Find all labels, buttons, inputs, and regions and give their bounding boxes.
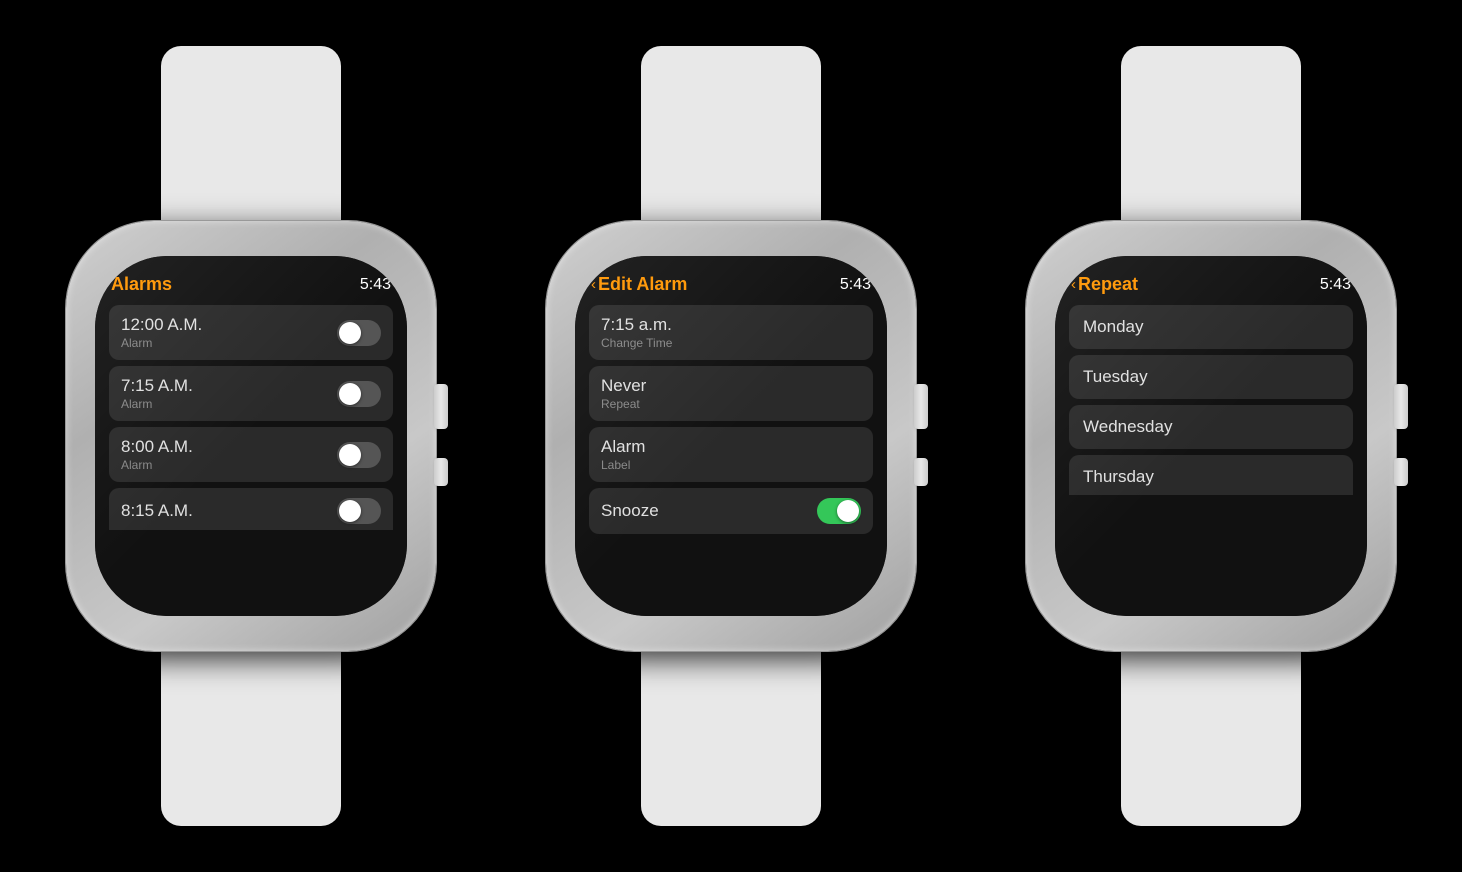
alarm-item-4-partial[interactable]: 8:15 A.M. [109,488,393,530]
alarm-label-3: Alarm [121,458,193,472]
back-chevron-2[interactable]: ‹ [591,276,596,293]
alarm-time-3: 8:00 A.M. [121,437,193,457]
alarm-time-4: 8:15 A.M. [121,501,193,521]
snooze-toggle[interactable] [817,498,861,524]
watch-button-3 [1394,458,1408,486]
screen-time-3: 5:43 [1320,276,1351,294]
watch-crown-3 [1394,384,1408,429]
toggle-1[interactable] [337,320,381,346]
back-chevron-3[interactable]: ‹ [1071,276,1076,293]
alarm-time-1: 12:00 A.M. [121,315,202,335]
edit-repeat-value: Never [601,376,646,396]
watch-edit-alarm: ‹ Edit Alarm 5:43 7:15 a.m. Change Time … [521,46,941,826]
screen-time-1: 5:43 [360,276,391,294]
day-item-thursday-partial[interactable]: Thursday [1069,455,1353,495]
alarm-label-2: Alarm [121,397,193,411]
edit-item-time[interactable]: 7:15 a.m. Change Time [589,305,873,360]
band-bottom-2 [641,646,821,826]
alarm-label-1: Alarm [121,336,202,350]
edit-alarm-label: Label [601,458,645,472]
screen-header-2: ‹ Edit Alarm 5:43 [589,274,873,295]
band-top-1 [161,46,341,226]
day-label-thursday: Thursday [1083,467,1154,486]
edit-item-label[interactable]: Alarm Label [589,427,873,482]
screen-header-1: Alarms 5:43 [109,274,393,295]
alarm-time-2: 7:15 A.M. [121,376,193,396]
screen-title-1: Alarms [111,274,172,295]
edit-alarm-value: Alarm [601,437,645,457]
toggle-2[interactable] [337,381,381,407]
screen-title-2: Edit Alarm [598,274,687,295]
watch-button-1 [434,458,448,486]
screen-header-3: ‹ Repeat 5:43 [1069,274,1353,295]
watch-body-2: ‹ Edit Alarm 5:43 7:15 a.m. Change Time … [546,221,916,651]
watch-button-2 [914,458,928,486]
alarm-item-2[interactable]: 7:15 A.M. Alarm [109,366,393,421]
watch-screen-1: Alarms 5:43 12:00 A.M. Alarm 7:15 A.M. A… [95,256,407,616]
watch-repeat: ‹ Repeat 5:43 Monday Tuesday Wednesday T… [1001,46,1421,826]
watch-crown-2 [914,384,928,429]
edit-time-value: 7:15 a.m. [601,315,672,335]
watch-alarms: Alarms 5:43 12:00 A.M. Alarm 7:15 A.M. A… [41,46,461,826]
toggle-4[interactable] [337,498,381,524]
day-item-monday[interactable]: Monday [1069,305,1353,349]
watch-body-3: ‹ Repeat 5:43 Monday Tuesday Wednesday T… [1026,221,1396,651]
watch-crown-1 [434,384,448,429]
band-top-2 [641,46,821,226]
edit-item-repeat[interactable]: Never Repeat [589,366,873,421]
day-label-tuesday: Tuesday [1083,367,1148,386]
band-bottom-3 [1121,646,1301,826]
screen-title-3: Repeat [1078,274,1138,295]
day-item-tuesday[interactable]: Tuesday [1069,355,1353,399]
day-item-wednesday[interactable]: Wednesday [1069,405,1353,449]
edit-repeat-label: Repeat [601,397,646,411]
toggle-3[interactable] [337,442,381,468]
edit-snooze-label: Snooze [601,501,659,521]
watch-screen-2: ‹ Edit Alarm 5:43 7:15 a.m. Change Time … [575,256,887,616]
watch-body-1: Alarms 5:43 12:00 A.M. Alarm 7:15 A.M. A… [66,221,436,651]
alarm-item-3[interactable]: 8:00 A.M. Alarm [109,427,393,482]
edit-time-label: Change Time [601,336,672,350]
day-label-wednesday: Wednesday [1083,417,1172,436]
edit-item-snooze[interactable]: Snooze [589,488,873,534]
band-bottom-1 [161,646,341,826]
watch-screen-3: ‹ Repeat 5:43 Monday Tuesday Wednesday T… [1055,256,1367,616]
day-label-monday: Monday [1083,317,1143,336]
screen-time-2: 5:43 [840,276,871,294]
alarm-item-1[interactable]: 12:00 A.M. Alarm [109,305,393,360]
band-top-3 [1121,46,1301,226]
